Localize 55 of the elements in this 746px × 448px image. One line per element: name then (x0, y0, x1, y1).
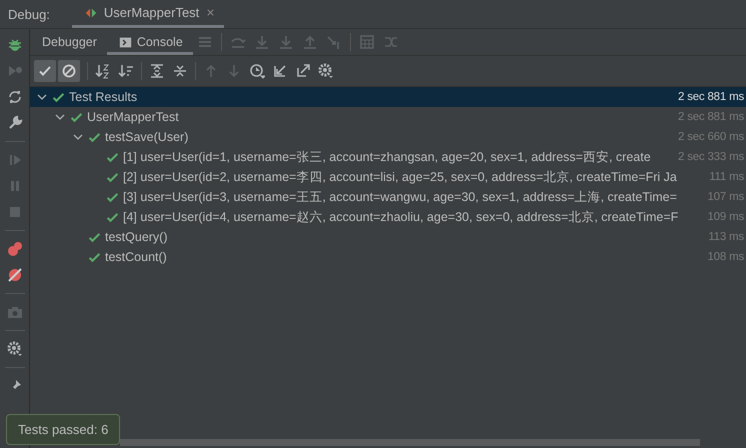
test-duration: 2 sec 881 ms (678, 111, 744, 123)
sort-alphabetically-icon[interactable] (95, 63, 111, 79)
test-duration: 107 ms (707, 191, 744, 203)
test-duration: 108 ms (707, 251, 744, 263)
test-duration: 111 ms (709, 171, 744, 183)
view-tab[interactable]: Console (106, 32, 193, 55)
show-ignored-button[interactable] (58, 60, 80, 82)
test-row[interactable]: [1] user=User(id=1, username=张三, account=zhangsan, age=20, sex=1, address=西安, create 2 sec 333 ms (30, 147, 746, 167)
tests-passed-notification: Tests passed: 6 (6, 414, 120, 445)
reload-icon[interactable] (6, 89, 22, 105)
test-duration: 2 sec 660 ms (678, 131, 744, 143)
collapse-all-icon[interactable] (172, 63, 188, 79)
test-row[interactable]: Test Results 2 sec 881 ms (30, 87, 746, 107)
horizontal-scrollbar[interactable] (120, 439, 700, 446)
test-row[interactable]: [2] user=User(id=2, username=李四, account=lisi, age=25, sex=0, address=北京, createTime=Fri Ja 111 ms (30, 167, 746, 187)
test-name: testCount() (105, 250, 167, 264)
mute-breakpoints-icon[interactable] (6, 267, 22, 283)
chevron-icon[interactable] (37, 92, 47, 102)
expand-all-icon[interactable] (149, 63, 165, 79)
import-icon[interactable] (272, 63, 288, 79)
bug-icon[interactable] (6, 37, 22, 53)
test-duration: 2 sec 881 ms (678, 91, 744, 103)
debug-label: Debug: (7, 6, 51, 24)
chevron-icon[interactable] (73, 132, 83, 142)
test-duration: 109 ms (707, 211, 744, 223)
test-name: Test Results (69, 90, 138, 104)
test-row[interactable]: [3] user=User(id=3, username=王五, account=wangwu, age=30, sex=1, address=上海, createTime= 107 ms (30, 187, 746, 207)
settings-icon[interactable] (318, 63, 334, 79)
sort-by-duration-icon[interactable] (118, 63, 134, 79)
show-passed-button[interactable] (34, 60, 56, 82)
test-name: [4] user=User(id=4, username=赵六, account=zhaoliu, age=30, sex=0, address=北京, createTime=F (123, 208, 678, 226)
wrench-icon[interactable] (6, 115, 22, 131)
test-row[interactable]: testQuery() 113 ms (30, 227, 746, 247)
export-icon[interactable] (295, 63, 311, 79)
close-icon[interactable] (205, 7, 216, 18)
test-row[interactable]: testSave(User) 2 sec 660 ms (30, 127, 746, 147)
session-tab[interactable]: UserMapperTest (72, 0, 224, 28)
test-name: UserMapperTest (87, 110, 179, 124)
prohibited-icon (61, 63, 77, 79)
view-tab[interactable]: Debugger (30, 32, 107, 55)
test-duration: 2 sec 333 ms (678, 151, 744, 163)
test-name: testQuery() (105, 230, 168, 244)
test-name: [1] user=User(id=1, username=张三, account=zhangsan, age=20, sex=1, address=西安, create (123, 148, 651, 166)
test-name: testSave(User) (105, 130, 188, 144)
test-row[interactable]: UserMapperTest 2 sec 881 ms (30, 107, 746, 127)
test-duration: 113 ms (708, 231, 744, 243)
breakpoints-icon[interactable] (6, 241, 22, 257)
history-icon[interactable] (249, 63, 265, 79)
chevron-icon[interactable] (55, 112, 65, 122)
test-name: [2] user=User(id=2, username=李四, account=lisi, age=25, sex=0, address=北京, createTime=Fri Ja (123, 168, 677, 186)
test-row[interactable]: testCount() 108 ms (30, 247, 746, 267)
test-name: [3] user=User(id=3, username=王五, account=wangwu, age=30, sex=1, address=上海, createTime= (123, 188, 677, 206)
settings-icon[interactable] (6, 341, 22, 357)
test-row[interactable]: [4] user=User(id=4, username=赵六, account=zhaoliu, age=30, sex=0, address=北京, createTime=F 109 ms (30, 207, 746, 227)
console-icon[interactable] (118, 36, 132, 48)
